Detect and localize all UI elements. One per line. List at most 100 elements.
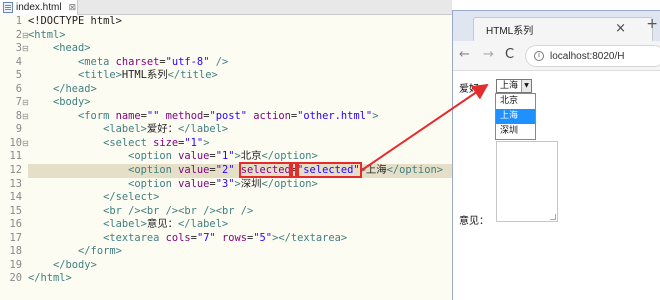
code-line[interactable]: <br /><br /><br /><br />: [28, 205, 452, 219]
code-line[interactable]: </body>: [28, 259, 452, 273]
code-line[interactable]: <html>: [28, 29, 452, 43]
code-token: value: [178, 177, 210, 190]
hobby-label: 爱好：: [459, 84, 489, 95]
code-line[interactable]: <option value="1">北京</option>: [28, 150, 452, 164]
code-line[interactable]: </head>: [28, 83, 452, 97]
code-token: "2": [215, 164, 235, 177]
code-token: <textarea: [103, 231, 166, 244]
code-token: <br />: [140, 204, 179, 217]
code-editor[interactable]: index.html ⊠ 1 2 ⊟ 3 ⊟ 4 5 6 7 ⊟ 8 ⊟ 9 10 ⊟ 11 12 13 14 15 1…: [0, 0, 452, 300]
code-token: size: [153, 136, 179, 149]
code-line[interactable]: </form>: [28, 245, 452, 259]
line-number-label: 2: [15, 28, 22, 41]
code-line[interactable]: <title>HTML系列</title>: [28, 69, 452, 83]
code-token: </label>: [178, 218, 229, 231]
line-number-label: 13: [9, 177, 22, 190]
code-line[interactable]: <meta charset="utf-8" />: [28, 56, 452, 70]
line-number-label: 3: [15, 42, 22, 55]
line-number: 11: [0, 150, 28, 164]
dropdown-option[interactable]: 北京: [496, 94, 535, 109]
new-tab-icon[interactable]: +: [646, 16, 658, 32]
code-token: </title>: [167, 69, 218, 82]
code-line[interactable]: <head>: [28, 42, 452, 56]
code-token: <select: [103, 136, 154, 149]
code-token: "3": [215, 177, 235, 190]
code-token: "": [146, 109, 160, 122]
code-line[interactable]: </html>: [28, 272, 452, 286]
code-line[interactable]: <select size="1">: [28, 137, 452, 151]
select-dropdown-list: 北京 上海 深圳: [495, 93, 536, 140]
opinion-textarea[interactable]: [496, 141, 558, 222]
browser-tab[interactable]: HTML系列 ×: [473, 17, 653, 41]
line-number-label: 4: [15, 55, 22, 68]
highlighted-selected-attribute: "selected": [295, 162, 362, 179]
code-line[interactable]: <option value="3">深圳</option>: [28, 178, 452, 192]
chevron-down-icon[interactable]: ▼: [521, 80, 531, 92]
code-token: action: [253, 109, 291, 122]
code-token: name: [115, 109, 141, 122]
code-token: </select>: [103, 191, 160, 204]
code-token: "5": [253, 231, 273, 244]
line-number: 2 ⊟: [0, 28, 29, 43]
code-line[interactable]: <label>意见：</label>: [28, 218, 452, 232]
line-number: 18: [0, 245, 28, 259]
line-number: 9: [0, 123, 28, 137]
line-number: 10 ⊟: [0, 137, 28, 151]
dropdown-option[interactable]: 上海: [496, 109, 535, 124]
opinion-label: 意见：: [459, 216, 489, 227]
code-line[interactable]: <form name="" method="post" action="othe…: [28, 110, 452, 124]
code-line[interactable]: </select>: [28, 191, 452, 205]
code-token: <option: [128, 164, 179, 177]
browser-window: HTML系列 × + ← → C i localhost:8020/H 爱好： …: [452, 10, 660, 300]
code-token: </option>: [261, 150, 318, 163]
code-line[interactable]: <!DOCTYPE html>: [28, 15, 452, 29]
forward-arrow-icon[interactable]: →: [483, 47, 494, 62]
code-line[interactable]: <body>: [28, 96, 452, 110]
code-token: <br />: [103, 204, 141, 217]
hobby-select[interactable]: 上海 ▼: [496, 79, 532, 93]
code-token: </html>: [28, 272, 72, 285]
line-number: 15: [0, 205, 28, 219]
editor-tab-label: index.html: [16, 2, 62, 13]
code-token: "utf-8": [165, 55, 210, 68]
code-token: <option: [128, 150, 179, 163]
code-area[interactable]: <!DOCTYPE html> <html> <head> <meta chars…: [28, 15, 452, 300]
code-token: <head>: [53, 42, 91, 55]
code-token: 爱好：: [146, 123, 179, 136]
code-token: "other.html": [297, 109, 373, 122]
code-token: "1": [184, 136, 204, 149]
line-number: 13: [0, 178, 28, 192]
line-number: 1: [0, 15, 28, 29]
editor-tab-index-html[interactable]: index.html ⊠: [0, 0, 78, 15]
resize-grip-icon[interactable]: [550, 214, 556, 220]
line-number-label: 7: [15, 96, 22, 109]
code-token: <label>: [103, 123, 147, 136]
close-tab-icon[interactable]: ×: [615, 21, 626, 36]
code-token: value: [178, 164, 210, 177]
line-number-label: 6: [15, 82, 22, 95]
code-token: rows: [221, 231, 248, 244]
code-token: </body>: [53, 258, 97, 271]
code-token: value: [178, 150, 210, 163]
address-text[interactable]: localhost:8020/H: [550, 51, 625, 62]
code-line[interactable]: <label>爱好：</label>: [28, 123, 452, 137]
code-token: >: [203, 136, 210, 149]
info-icon[interactable]: i: [534, 51, 544, 61]
line-number: 12: [0, 164, 28, 178]
dropdown-option[interactable]: 深圳: [496, 124, 535, 139]
code-line[interactable]: <textarea cols="7" rows="5"></textarea>: [28, 232, 452, 246]
close-icon[interactable]: ⊠: [69, 3, 77, 13]
address-bar[interactable]: i localhost:8020/H: [525, 45, 660, 67]
line-number: 5: [0, 69, 28, 83]
back-arrow-icon[interactable]: ←: [459, 47, 470, 62]
code-line[interactable]: <option value="2" selected="selected">上海…: [28, 162, 452, 179]
reload-icon[interactable]: C: [505, 47, 514, 62]
code-token: />: [209, 55, 229, 68]
